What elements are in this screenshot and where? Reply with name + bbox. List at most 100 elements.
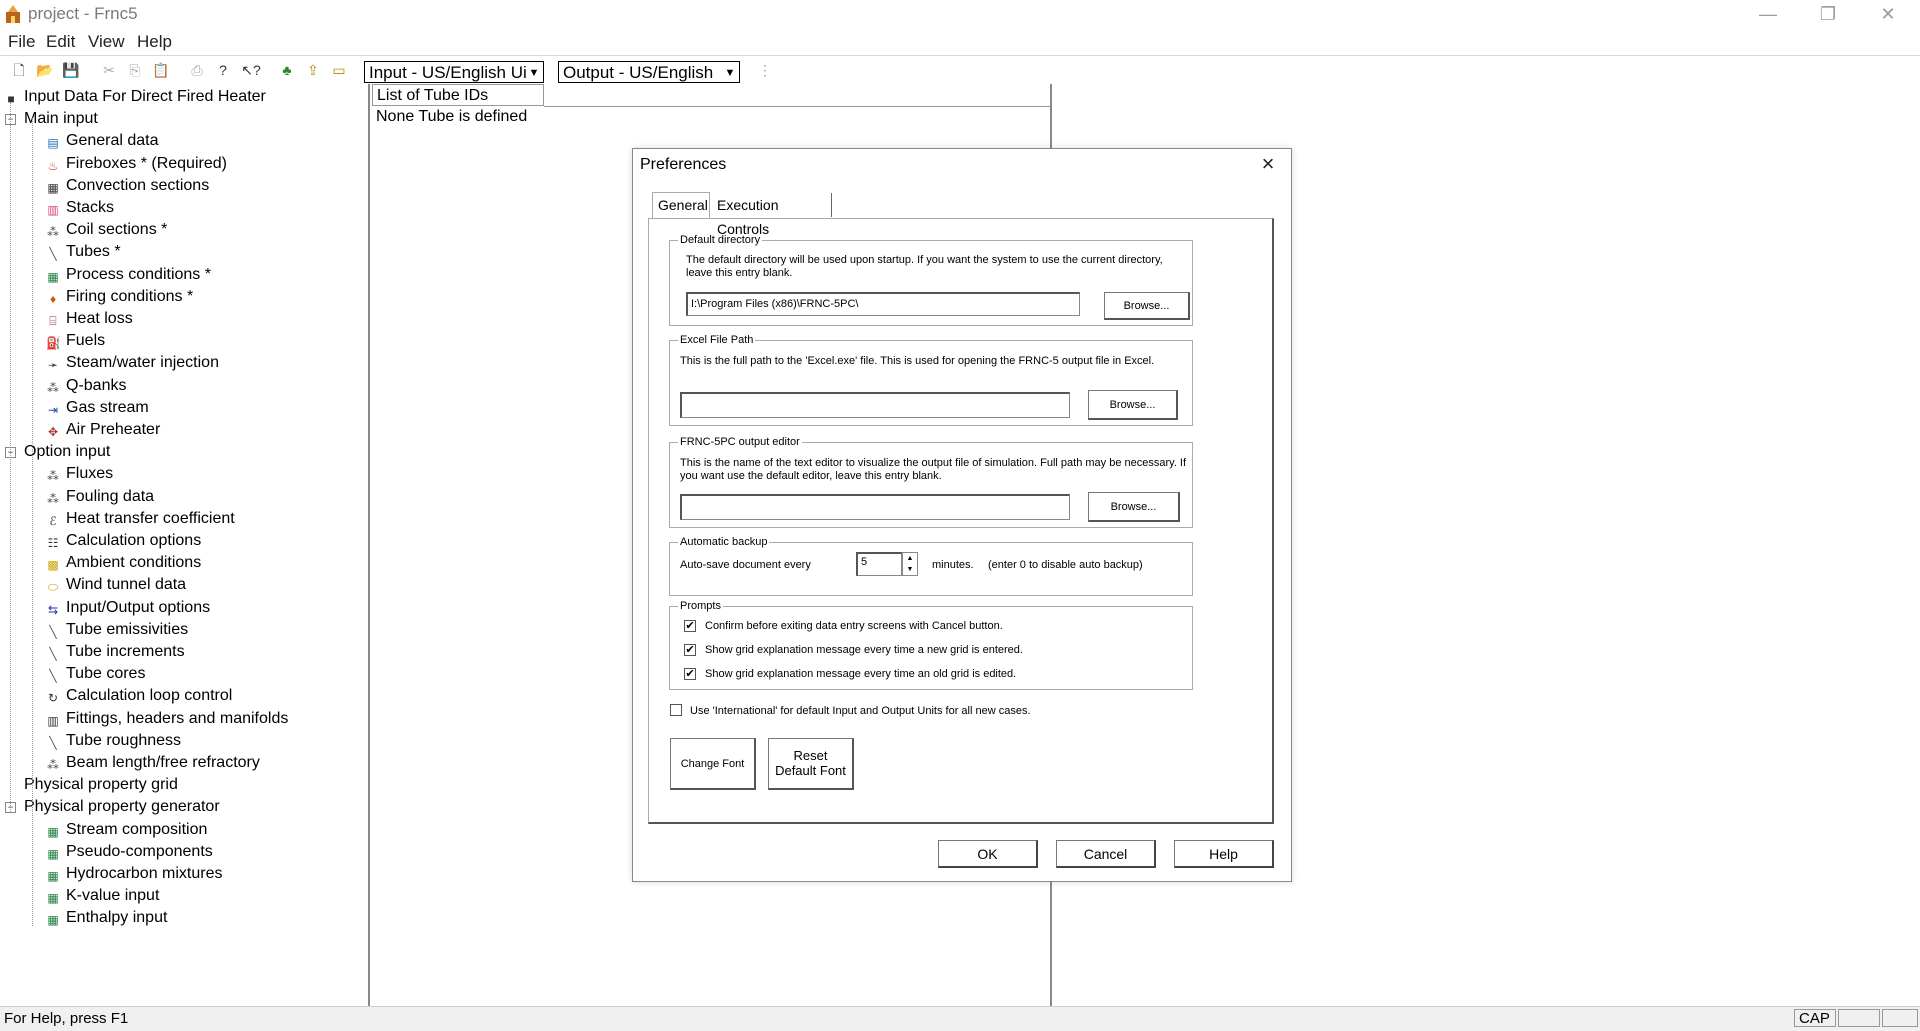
dialog-close-icon[interactable]: ×: [1256, 152, 1280, 176]
tree-item-main-4[interactable]: ⁂ Coil sections *: [46, 219, 167, 241]
tree-item-generator-3[interactable]: ▦ K-value input: [46, 885, 159, 907]
tree-item-option-1[interactable]: ⁂ Fouling data: [46, 486, 154, 508]
minimize-button[interactable]: —: [1740, 0, 1796, 30]
hierarchy-icon[interactable]: ⋮: [754, 59, 776, 81]
paste-icon[interactable]: 📋: [150, 59, 172, 81]
tree-item-option-0[interactable]: ⁂ Fluxes: [46, 463, 113, 485]
output-units-select[interactable]: Output - US/English ▼: [558, 61, 740, 83]
grid-icon: ▦: [47, 825, 59, 839]
excel-path-browse-button[interactable]: Browse...: [1088, 390, 1178, 420]
print-icon[interactable]: ⎙: [186, 59, 208, 81]
tree-item-main-3[interactable]: ▥ Stacks: [46, 197, 114, 219]
ok-button[interactable]: OK: [938, 840, 1038, 868]
tree-item-main-12[interactable]: ⇥ Gas stream: [46, 397, 149, 419]
default-directory-browse-button[interactable]: Browse...: [1104, 292, 1190, 320]
cut-icon[interactable]: ✂: [98, 59, 120, 81]
context-help-icon[interactable]: ↖?: [240, 59, 262, 81]
tree-item-option-11[interactable]: ▥ Fittings, headers and manifolds: [46, 708, 288, 730]
output-editor-browse-button[interactable]: Browse...: [1088, 492, 1180, 522]
reset-default-font-button[interactable]: Reset Default Font: [768, 738, 854, 790]
menu-view[interactable]: View: [88, 32, 125, 52]
excel-path-input[interactable]: [680, 392, 1070, 418]
tree-item-main-10[interactable]: ➛ Steam/water injection: [46, 352, 219, 374]
tree-node-physical-property-grid-label: Physical property grid: [24, 776, 178, 793]
help-button[interactable]: Help: [1174, 840, 1274, 868]
tree-item-main-5[interactable]: ╲ Tubes *: [46, 241, 120, 263]
copy-icon[interactable]: ⎘: [124, 59, 146, 81]
restore-button[interactable]: ❐: [1800, 0, 1856, 30]
tree-item-generator-4[interactable]: ▦ Enthalpy input: [46, 907, 167, 929]
tube-list-empty-message: None Tube is defined: [376, 108, 528, 125]
cancel-button[interactable]: Cancel: [1056, 840, 1156, 868]
tree-item-generator-1[interactable]: ▦ Pseudo-components: [46, 841, 212, 863]
tree-item-main-9[interactable]: ⛽ Fuels: [46, 330, 105, 352]
tree-item-option-2[interactable]: ℰ Heat transfer coefficient: [46, 508, 235, 530]
tree-item-main-6-label: Process conditions *: [66, 266, 211, 283]
tree-node-option-input[interactable]: Option input: [24, 441, 110, 463]
open-folder-icon[interactable]: 📂: [34, 59, 56, 81]
change-font-button[interactable]: Change Font: [670, 738, 756, 790]
close-window-button[interactable]: ✕: [1860, 0, 1916, 30]
tree-item-option-10-label: Calculation loop control: [66, 687, 233, 704]
up-folder-icon[interactable]: ⇪: [302, 59, 324, 81]
tree-item-option-8[interactable]: ╲ Tube increments: [46, 641, 184, 663]
prompt-new-grid-checkbox[interactable]: ✔: [684, 644, 696, 656]
tree-item-option-12-label: Tube roughness: [66, 732, 182, 749]
new-file-icon[interactable]: 🗋: [8, 59, 30, 81]
tree-item-option-9[interactable]: ╲ Tube cores: [46, 663, 145, 685]
menu-file[interactable]: File: [8, 32, 35, 52]
tree-item-main-8[interactable]: ⌸ Heat loss: [46, 308, 132, 330]
tree-item-main-13[interactable]: ✥ Air Preheater: [46, 419, 160, 441]
default-directory-input[interactable]: I:\Program Files (x86)\FRNC-5PC\: [686, 292, 1080, 316]
international-units-checkbox[interactable]: [670, 704, 682, 716]
tree-item-option-7[interactable]: ╲ Tube emissivities: [46, 619, 188, 641]
tree-root[interactable]: ■ Input Data For Direct Fired Heater: [4, 86, 266, 108]
tree-item-main-7-label: Firing conditions *: [66, 288, 194, 305]
international-units-label: Use 'International' for default Input an…: [690, 705, 1031, 717]
tree-item-option-10[interactable]: ↻ Calculation loop control: [46, 685, 232, 707]
chevron-down-icon: ▼: [724, 67, 736, 79]
reset-font-line2: Default Font: [775, 763, 846, 778]
output-editor-input[interactable]: [680, 494, 1070, 520]
tree-node-main-input[interactable]: Main input: [24, 108, 98, 130]
menu-help[interactable]: Help: [137, 32, 172, 52]
tree-item-option-4[interactable]: ▩ Ambient conditions: [46, 552, 201, 574]
tree-item-generator-2[interactable]: ▦ Hydrocarbon mixtures: [46, 863, 222, 885]
tab-general[interactable]: General: [652, 192, 710, 218]
tree-item-main-1-label: Fireboxes * (Required): [66, 155, 227, 172]
input-units-select[interactable]: Input - US/English Ui ▼: [364, 61, 544, 83]
tree-item-main-1[interactable]: ♨ Fireboxes * (Required): [46, 153, 227, 175]
tree-item-main-9-label: Fuels: [66, 332, 106, 349]
prompt-old-grid-checkbox[interactable]: ✔: [684, 668, 696, 680]
tree-item-main-12-label: Gas stream: [66, 399, 149, 416]
save-icon[interactable]: 💾: [60, 59, 82, 81]
stack-icon: ▥: [47, 203, 59, 217]
tree-item-option-6[interactable]: ⇆ Input/Output options: [46, 597, 210, 619]
tree-item-main-2[interactable]: ▦ Convection sections: [46, 175, 209, 197]
tube-list-header[interactable]: List of Tube IDs: [372, 84, 544, 106]
tree-icon[interactable]: ♣: [276, 59, 298, 81]
automatic-backup-title: Automatic backup: [678, 536, 770, 548]
tab-execution-controls[interactable]: Execution Controls: [712, 193, 832, 237]
tree-item-main-7[interactable]: ♦ Firing conditions *: [46, 286, 193, 308]
menu-edit[interactable]: Edit: [46, 32, 75, 52]
help-icon[interactable]: ?: [212, 59, 234, 81]
tree-item-main-4-label: Coil sections *: [66, 221, 168, 238]
folder-icon[interactable]: ▭: [328, 59, 350, 81]
tree-item-option-2-label: Heat transfer coefficient: [66, 510, 235, 527]
tree-item-option-13[interactable]: ⁂ Beam length/free refractory: [46, 752, 260, 774]
tree-item-option-3[interactable]: ☷ Calculation options: [46, 530, 202, 552]
excel-path-title: Excel File Path: [678, 334, 756, 346]
tree-item-main-11[interactable]: ⁂ Q-banks: [46, 375, 126, 397]
tree-item-option-5[interactable]: ⬭ Wind tunnel data: [46, 574, 186, 596]
auto-save-spinner[interactable]: ▲ ▼: [902, 552, 918, 576]
auto-save-minutes-input[interactable]: 5: [856, 552, 902, 576]
tree-node-physical-property-generator[interactable]: Physical property generator: [24, 796, 220, 818]
tree-item-generator-4-label: Enthalpy input: [66, 909, 168, 926]
tree-item-option-12[interactable]: ╲ Tube roughness: [46, 730, 181, 752]
tree-item-main-6[interactable]: ▦ Process conditions *: [46, 264, 211, 286]
tree-node-physical-property-grid[interactable]: Physical property grid: [24, 774, 178, 796]
tree-item-main-0[interactable]: ▤ General data: [46, 130, 158, 152]
tree-item-generator-0[interactable]: ▦ Stream composition: [46, 819, 207, 841]
prompt-confirm-exit-checkbox[interactable]: ✔: [684, 620, 696, 632]
